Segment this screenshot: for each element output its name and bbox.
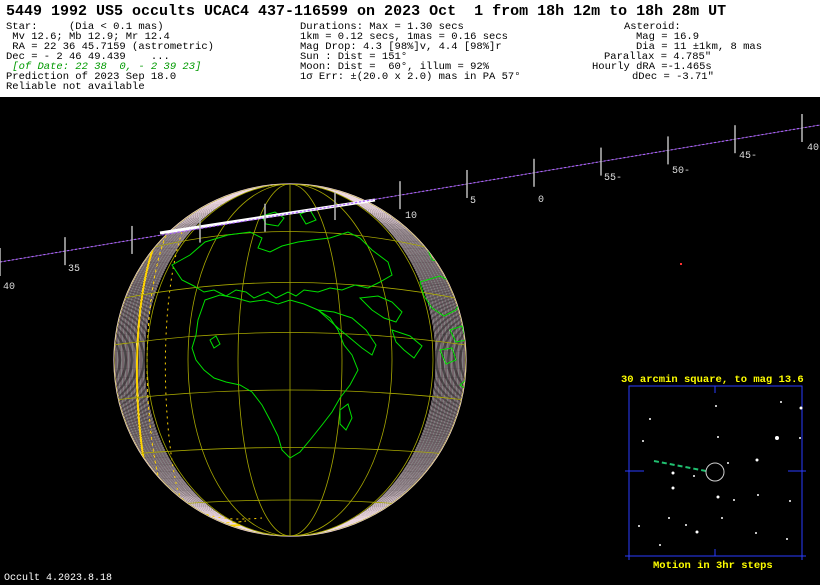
inset-star — [671, 486, 675, 490]
version-footer: Occult 4.2023.8.18 — [4, 573, 113, 584]
inset-title: 30 arcmin square, to mag 13.6 — [621, 374, 804, 386]
inset-star — [695, 530, 699, 534]
inset-star — [659, 544, 661, 546]
inset-star — [755, 532, 757, 534]
inset-caption: Motion in 3hr steps — [653, 560, 773, 572]
inset-star — [780, 401, 782, 403]
track-label: 40 — [3, 282, 15, 293]
inset-star — [789, 500, 791, 502]
inset-star — [671, 471, 675, 475]
track-label: 55- — [604, 173, 622, 184]
inset-star — [733, 499, 735, 501]
inset-star — [693, 475, 695, 477]
track-label: 0 — [538, 195, 544, 206]
track-label: 40 — [807, 143, 819, 154]
inset-star — [799, 437, 801, 439]
inset-star — [715, 405, 717, 407]
track-label: 10 — [405, 211, 417, 222]
inset-star — [642, 440, 644, 442]
inset-star — [755, 458, 759, 462]
track-label: 5 — [470, 196, 476, 207]
inset-star — [727, 462, 729, 464]
inset-star — [721, 517, 723, 519]
inset-star — [638, 525, 640, 527]
inset-star — [685, 524, 687, 526]
track-label: 45- — [739, 151, 757, 162]
star-chart-inset — [625, 385, 806, 560]
inset-star — [668, 517, 670, 519]
globe-diagram: 40 35 10 5 0 55- 50- 45- 40 — [0, 114, 820, 560]
inset-star — [716, 495, 720, 499]
inset-star — [649, 418, 651, 420]
track-label: 35 — [68, 264, 80, 275]
inset-star — [775, 436, 779, 440]
inset-star — [786, 538, 788, 540]
inset-star — [717, 436, 719, 438]
inset-star — [799, 406, 803, 410]
red-marker — [680, 263, 682, 265]
track-label: 50- — [672, 166, 690, 177]
inset-star — [757, 494, 759, 496]
